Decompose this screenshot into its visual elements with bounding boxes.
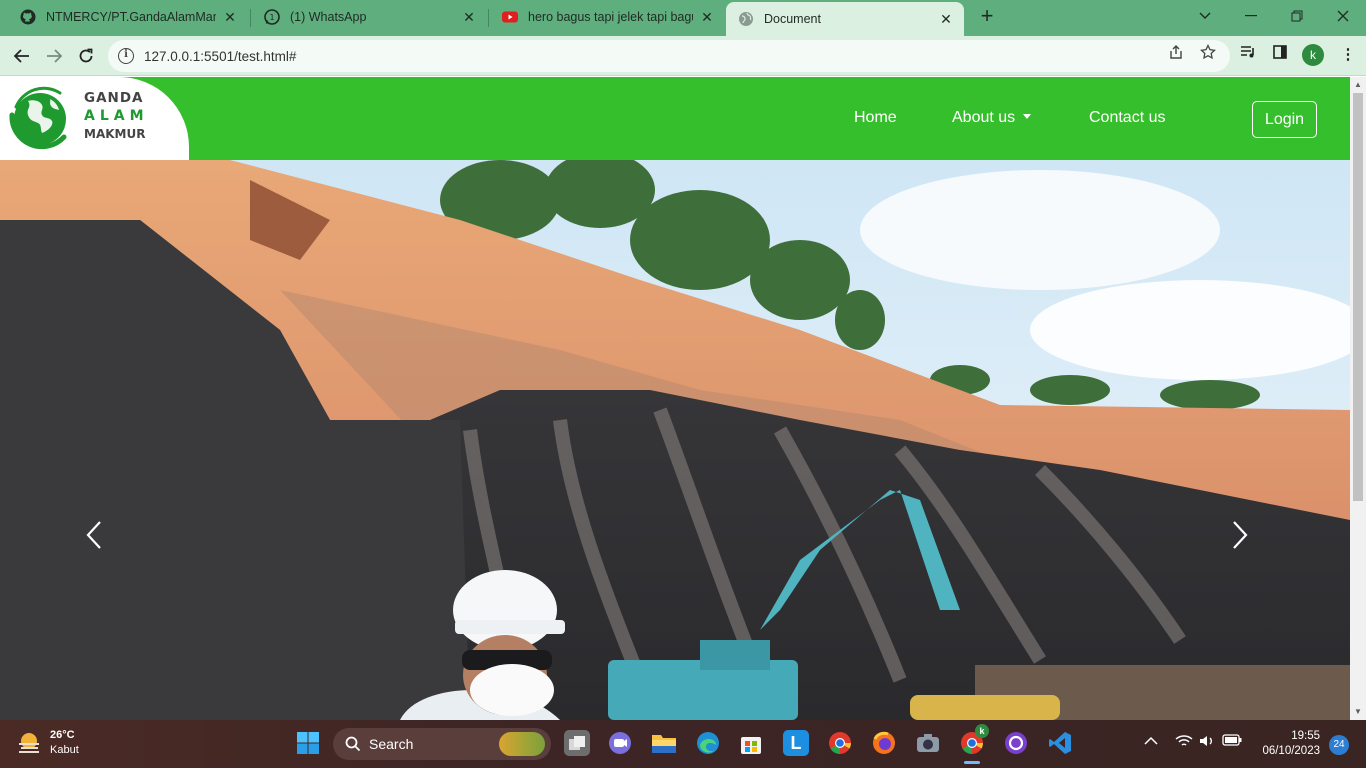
bookmark-star-icon[interactable] [1200,43,1216,60]
search-icon [345,736,361,752]
youtube-icon [502,9,518,25]
active-app-indicator [964,761,980,764]
notification-badge[interactable]: 24 [1329,735,1349,755]
weather-widget[interactable]: 26°C Kabut [16,728,79,758]
tray-chevron-up-icon[interactable] [1144,734,1158,749]
reload-button[interactable] [72,42,100,70]
clock-time: 19:55 [1291,730,1320,742]
forward-button[interactable] [40,42,68,70]
chrome-icon[interactable] [827,730,853,756]
volume-icon[interactable] [1199,734,1215,751]
firefox-icon[interactable] [871,730,897,756]
github-icon [20,9,36,25]
battery-icon[interactable] [1222,734,1242,749]
globe-icon [738,11,754,27]
tab-whatsapp[interactable]: 1 (1) WhatsApp ✕ [252,0,487,34]
hero-mining-image [0,160,1350,720]
microsoft-store-icon[interactable] [738,730,764,756]
chrome-profile-badge: k [975,724,989,738]
tab-title: hero bagus tapi jelek tapi bagus [528,10,693,24]
tab-separator [488,9,489,27]
caret-down-icon [1023,114,1032,119]
nav-about-label: About us [952,109,1016,126]
l-app-icon[interactable]: L [783,730,809,756]
browser-toolbar: i 127.0.0.1:5501/test.html# k ⋮ [0,36,1366,76]
chevron-left-icon [86,521,101,549]
page-viewport: GANDA ALAM MAKMUR Home About us Contact … [0,77,1350,720]
tab-title: Document [764,12,821,26]
teams-chat-icon[interactable] [607,730,633,756]
tab-separator [250,9,251,27]
taskbar-search[interactable]: Search [333,728,551,760]
file-explorer-icon[interactable] [651,730,677,756]
vscode-icon[interactable] [1047,730,1073,756]
search-label: Search [369,736,414,752]
whatsapp-icon: 1 [264,9,280,25]
nav-home[interactable]: Home [854,109,897,127]
windows-start-icon[interactable] [295,730,321,756]
minimize-button[interactable] [1228,0,1274,32]
camera-app-icon[interactable] [915,730,941,756]
carousel-prev-button[interactable] [86,520,116,560]
tab-search-chevron-icon[interactable] [1182,0,1228,32]
weather-fog-icon [19,733,39,753]
restore-button[interactable] [1274,0,1320,32]
wifi-icon[interactable] [1175,734,1193,751]
svg-text:1: 1 [269,13,274,22]
tab-github[interactable]: NTMERCY/PT.GandaAlamMandiri ✕ [8,0,248,34]
page-scrollbar[interactable]: ▲ ▼ [1350,77,1366,720]
profile-avatar[interactable]: k [1302,44,1324,66]
github-desktop-icon[interactable] [1003,730,1029,756]
clock-date: 06/10/2023 [1262,745,1320,757]
close-icon[interactable]: ✕ [938,11,954,27]
logo-line-ganda: GANDA [84,90,144,106]
browser-tab-strip: NTMERCY/PT.GandaAlamMandiri ✕ 1 (1) What… [0,0,1366,36]
scroll-up-arrow-icon[interactable]: ▲ [1350,78,1366,92]
login-button[interactable]: Login [1252,101,1317,138]
media-control-icon[interactable] [1237,44,1259,66]
nav-contact[interactable]: Contact us [1089,109,1165,127]
share-icon[interactable] [1168,44,1184,60]
carousel-next-button[interactable] [1232,520,1262,560]
close-icon[interactable]: ✕ [222,9,238,25]
nav-about-dropdown[interactable]: About us [952,109,1032,127]
address-bar[interactable]: i 127.0.0.1:5501/test.html# [108,40,1230,72]
close-icon[interactable]: ✕ [461,9,477,25]
logo-line-alam: ALAM [84,108,149,124]
search-highlight-icon [499,732,545,756]
weather-desc: Kabut [50,744,79,756]
task-view-icon[interactable] [564,730,590,756]
chrome-profile-icon[interactable]: k [959,724,989,756]
site-navbar: GANDA ALAM MAKMUR Home About us Contact … [0,77,1350,160]
weather-temp: 26°C [50,729,75,741]
url-text: 127.0.0.1:5501/test.html# [144,48,297,64]
tab-document[interactable]: Document ✕ [726,2,964,36]
globe-logo-icon [9,86,67,150]
back-button[interactable] [8,42,36,70]
scrollbar-thumb[interactable] [1353,93,1363,501]
hero-carousel [0,160,1350,720]
logo[interactable]: GANDA ALAM MAKMUR [0,77,189,160]
tab-title: (1) WhatsApp [290,10,367,24]
edge-browser-icon[interactable] [695,730,721,756]
menu-dots-icon[interactable]: ⋮ [1337,44,1359,66]
scroll-down-arrow-icon[interactable]: ▼ [1350,705,1366,719]
logo-line-makmur: MAKMUR [84,127,146,141]
chevron-right-icon [1233,521,1248,549]
logo-text: GANDA ALAM MAKMUR [84,89,149,143]
close-icon[interactable]: ✕ [699,9,715,25]
site-info-icon[interactable]: i [118,48,134,64]
new-tab-button[interactable]: + [975,5,999,29]
tab-youtube[interactable]: hero bagus tapi jelek tapi bagus ✕ [490,0,725,34]
tab-title: NTMERCY/PT.GandaAlamMandiri [46,10,216,24]
windows-taskbar: 26°C Kabut Search L k 19:55 06/10/2023 2… [0,720,1366,768]
side-panel-icon[interactable] [1269,44,1291,66]
close-window-button[interactable] [1320,0,1366,32]
system-clock[interactable]: 19:55 06/10/2023 [1262,729,1320,759]
